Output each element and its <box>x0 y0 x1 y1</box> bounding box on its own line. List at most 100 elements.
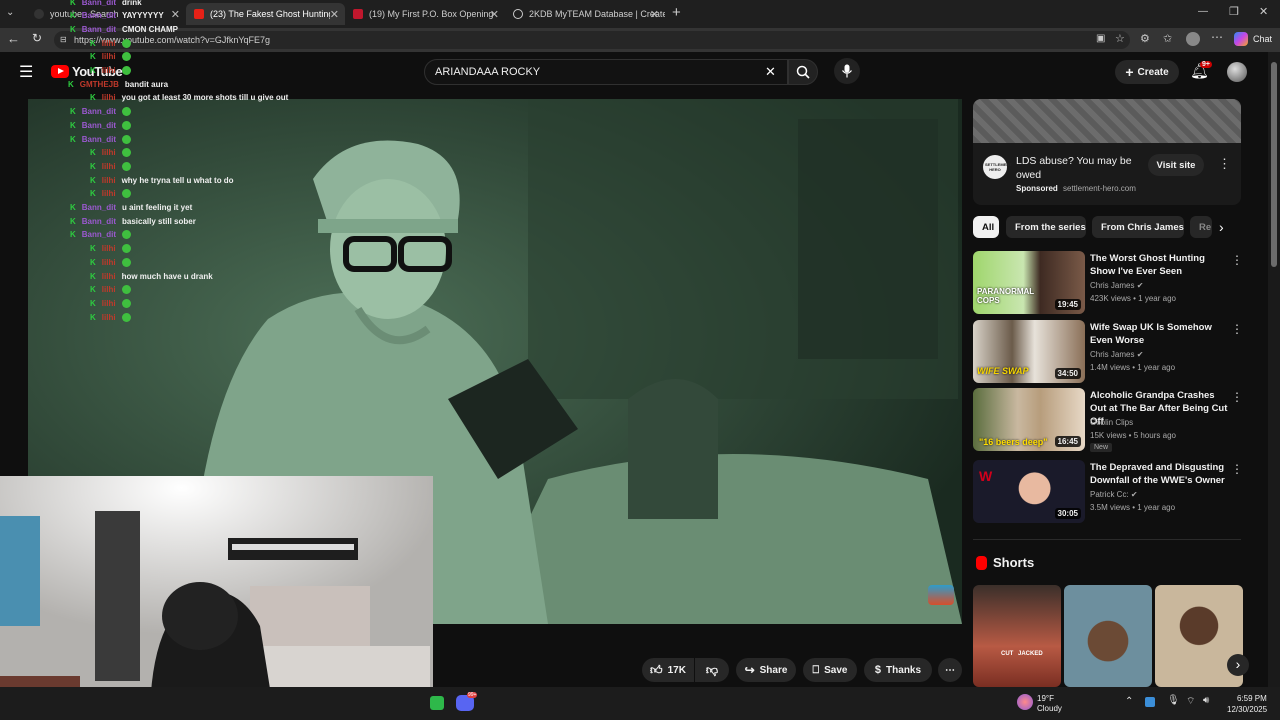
verified-icon: ✔ <box>1130 490 1138 499</box>
video-thumbnail: WIFE SWAP 34:50 <box>973 320 1085 383</box>
short-thumbnail-1[interactable]: CUT JACKED <box>973 585 1061 687</box>
copilot-icon[interactable] <box>1234 32 1248 46</box>
back-icon[interactable]: ← <box>7 31 20 46</box>
chat-emote-icon <box>121 161 131 171</box>
chip-label: From Chris James <box>1101 221 1184 233</box>
chip-from-chris-james[interactable]: From Chris James <box>1092 216 1184 238</box>
refresh-icon[interactable]: ↻ <box>32 31 42 45</box>
rec-channel[interactable]: Chris James ✔ <box>1090 281 1143 290</box>
app-icon-green[interactable] <box>430 696 444 710</box>
tray-chevron-icon[interactable]: ⌃ <box>1125 696 1133 707</box>
tab-2kdb[interactable]: 2KDB MyTEAM Database | Create ✕ <box>505 3 665 25</box>
rec-title[interactable]: Wife Swap UK Is Somehow Even Worse <box>1090 321 1230 347</box>
rec-video-1[interactable]: PARANORMAL COPS 19:45 The Worst Ghost Hu… <box>973 251 1243 315</box>
chat-message: YAYYYYYY <box>122 11 164 21</box>
chat-message: CMON CHAMP <box>122 24 179 34</box>
profile-avatar[interactable] <box>1186 32 1200 46</box>
rec-video-2[interactable]: WIFE SWAP 34:50 Wife Swap UK Is Somehow … <box>973 320 1243 384</box>
clear-search-icon[interactable]: ✕ <box>765 60 776 84</box>
dislike-button[interactable]: 👎︎ <box>695 658 729 682</box>
like-count: 17K <box>667 664 686 676</box>
rec-menu-icon[interactable]: ⋮ <box>1231 253 1243 267</box>
create-button[interactable]: + Create <box>1115 60 1179 84</box>
voice-search-button[interactable] <box>834 58 860 84</box>
ad-menu-icon[interactable]: ⋮ <box>1218 156 1231 172</box>
rec-title[interactable]: The Depraved and Disgusting Downfall of … <box>1090 461 1230 487</box>
search-button[interactable] <box>788 59 818 85</box>
rec-channel[interactable]: Patrick Cc: ✔ <box>1090 490 1138 499</box>
favorites-icon[interactable]: ✩ <box>1163 32 1172 45</box>
chat-message: you got at least 30 more shots till u gi… <box>121 93 289 103</box>
chip-from-series[interactable]: From the series <box>1006 216 1086 238</box>
share-button[interactable]: ↪ Share <box>736 658 796 682</box>
thanks-button[interactable]: $ Thanks <box>864 658 932 682</box>
weather-icon[interactable] <box>1017 694 1033 710</box>
channel-watermark-icon[interactable] <box>928 585 954 605</box>
ad-title[interactable]: LDS abuse? You may be owed <box>1016 154 1146 182</box>
rec-channel[interactable]: Chris James ✔ <box>1090 350 1143 359</box>
close-tab-icon[interactable]: ✕ <box>490 8 499 21</box>
windows-taskbar: 99+ 19°F Cloudy ⌃ 🎙︎ ⌔ 🔊︎ 6:59 PM 12/30/… <box>0 687 1280 720</box>
save-button[interactable]: ⎕ Save <box>803 658 857 682</box>
more-actions-button[interactable]: ⋯ <box>938 658 962 682</box>
scrollbar-thumb[interactable] <box>1271 62 1277 267</box>
chip-all[interactable]: All <box>973 216 999 238</box>
shorts-header: Shorts <box>976 555 1034 570</box>
account-avatar[interactable] <box>1227 62 1247 82</box>
new-tab-icon[interactable]: + <box>672 4 681 21</box>
minimize-icon[interactable]: — <box>1198 6 1208 17</box>
rec-menu-icon[interactable]: ⋮ <box>1231 390 1243 404</box>
chat-emote-icon <box>121 189 131 199</box>
rec-channel[interactable]: Goblin Clips <box>1090 418 1133 427</box>
rec-menu-icon[interactable]: ⋮ <box>1231 462 1243 476</box>
ad-logo: SETTLEMENT HERO <box>983 155 1012 179</box>
shorts-next-button[interactable]: › <box>1227 654 1249 676</box>
microphone-tray-icon[interactable]: 🎙︎ <box>1167 695 1180 706</box>
rec-video-4[interactable]: W 30:05 The Depraved and Disgusting Down… <box>973 460 1243 524</box>
create-label: Create <box>1137 66 1169 78</box>
clock-date[interactable]: 12/30/2025 <box>1227 705 1267 714</box>
extensions-icon[interactable]: ⚙ <box>1140 32 1150 45</box>
weather-temp[interactable]: 19°F <box>1037 694 1054 703</box>
clock-time[interactable]: 6:59 PM <box>1237 694 1267 703</box>
ad-logo-text: SETTLEMENT HERO <box>985 162 1012 172</box>
visit-site-button[interactable]: Visit site <box>1148 154 1204 176</box>
rec-menu-icon[interactable]: ⋮ <box>1231 322 1243 336</box>
thumbnail-caption: WIFE SWAP <box>977 366 1029 376</box>
tab-actions-icon[interactable]: ⌄ <box>6 7 14 18</box>
chips-next-icon[interactable]: › <box>1219 219 1224 235</box>
chat-username: lilhi <box>101 312 116 322</box>
more-menu-icon[interactable]: ⋯ <box>1211 30 1223 44</box>
thanks-icon: $ <box>874 664 882 676</box>
chip-related[interactable]: Re <box>1190 216 1212 238</box>
rec-video-3[interactable]: "16 beers deep" 16:45 Alcoholic Grandpa … <box>973 388 1243 452</box>
chat-username: Bann_dit <box>81 24 117 34</box>
hamburger-menu-icon[interactable]: ☰ <box>19 62 33 82</box>
chat-badge-icon: K <box>90 271 96 281</box>
rec-title[interactable]: The Worst Ghost Hunting Show I've Ever S… <box>1090 252 1230 278</box>
weather-desc[interactable]: Cloudy <box>1037 704 1062 713</box>
rec-meta: 1.4M views • 1 year ago <box>1090 363 1176 372</box>
short-thumbnail-2[interactable] <box>1064 585 1152 687</box>
ad-card[interactable]: SETTLEMENT HERO LDS abuse? You may be ow… <box>973 99 1241 205</box>
page-scrollbar[interactable] <box>1268 52 1280 687</box>
wifi-icon[interactable]: ⌔ <box>1186 695 1195 708</box>
volume-icon[interactable]: 🔊︎ <box>1203 695 1209 706</box>
chip-label: All <box>982 221 995 233</box>
close-tab-icon[interactable]: ✕ <box>650 8 659 21</box>
chat-line: Klilhi <box>90 284 131 296</box>
like-button[interactable]: 👍︎ 17K <box>642 658 694 682</box>
tab-view-icon[interactable]: ▣ <box>1096 33 1105 44</box>
favorite-star-icon[interactable]: ☆ <box>1115 32 1125 45</box>
restore-icon[interactable]: ❐ <box>1229 5 1239 18</box>
search-input[interactable]: ARIANDAAA ROCKY ✕ <box>424 59 788 85</box>
chat-username: lilhi <box>101 93 116 103</box>
close-window-icon[interactable]: ✕ <box>1259 5 1268 18</box>
chat-username: lilhi <box>101 66 116 75</box>
chat-badge-icon: K <box>90 161 96 171</box>
chat-emote-icon <box>121 312 131 322</box>
tray-app-icon[interactable] <box>1145 697 1155 707</box>
chat-button-label[interactable]: Chat <box>1253 34 1272 44</box>
chat-username: Bann_dit <box>81 134 117 144</box>
chat-emote-icon <box>121 52 131 62</box>
